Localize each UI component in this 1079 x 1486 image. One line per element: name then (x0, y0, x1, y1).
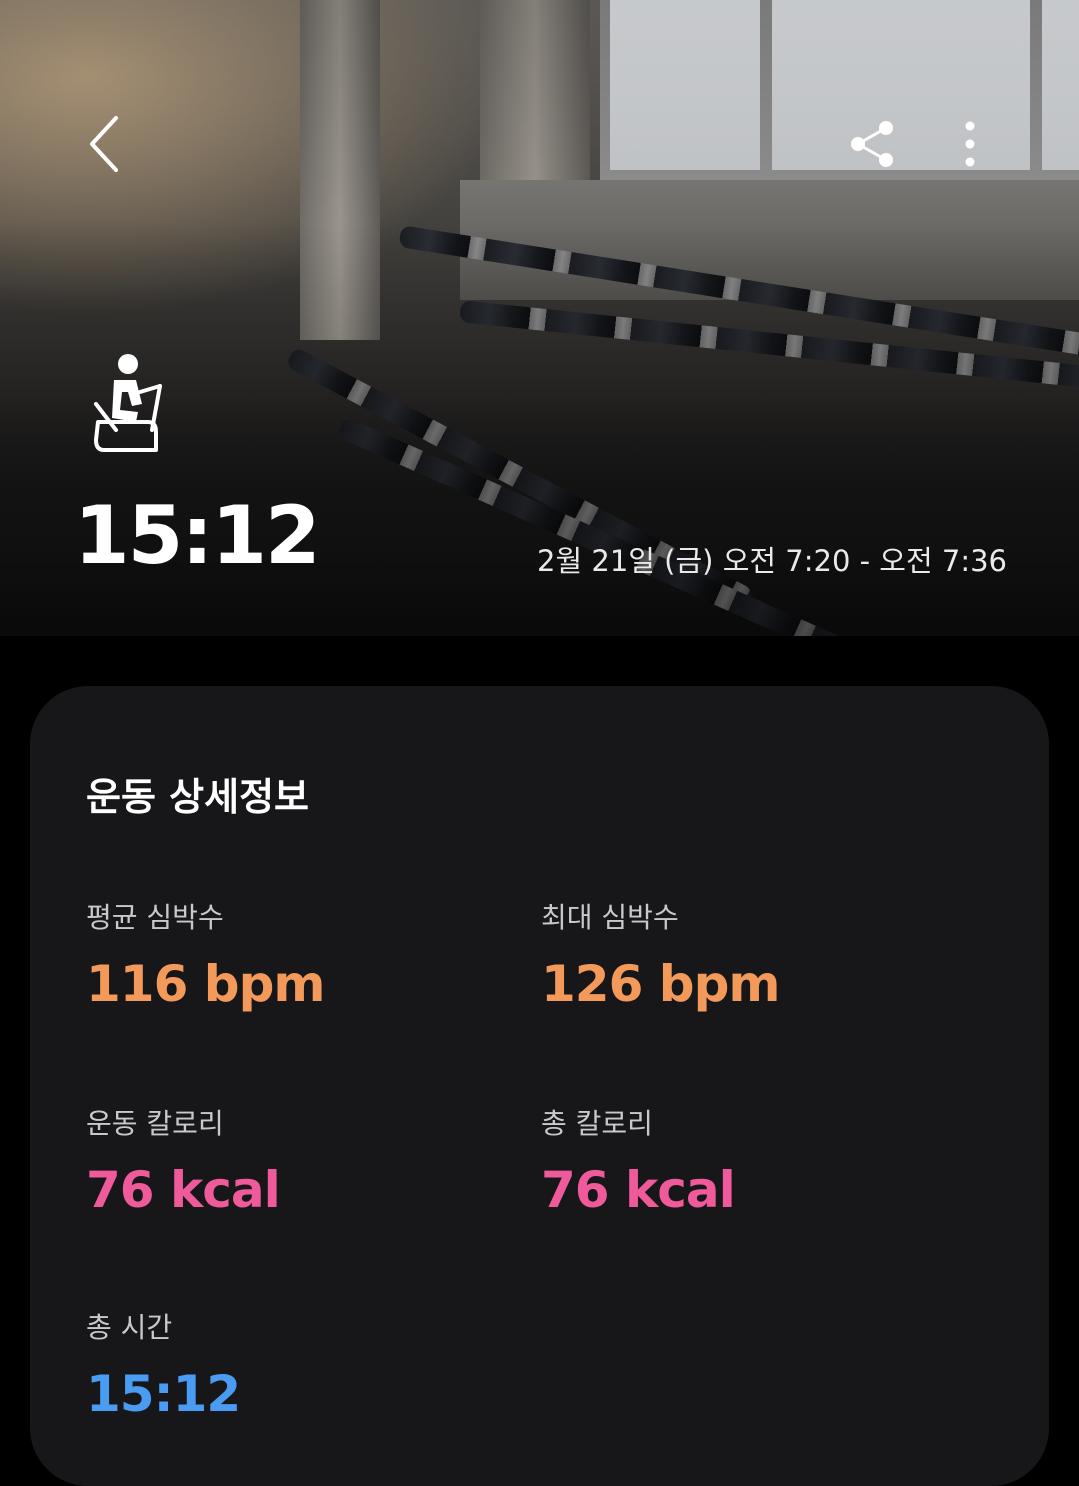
workout-hero-image: 15:12 2월 21일 (금) 오전 7:20 - 오전 7:36 (0, 0, 1079, 636)
workout-duration-large: 15:12 (74, 489, 321, 582)
metric-value: 116 bpm (86, 955, 325, 1013)
workout-time-range: 2월 21일 (금) 오전 7:20 - 오전 7:36 (537, 544, 1007, 578)
metric-label: 최대 심박수 (541, 901, 679, 934)
exercise-bike-icon (94, 354, 162, 452)
metric-value: 126 bpm (541, 955, 780, 1013)
metric-label: 운동 칼로리 (86, 1107, 224, 1140)
metric-value: 15:12 (86, 1365, 241, 1423)
metric-label: 총 칼로리 (541, 1107, 653, 1140)
metric-value: 76 kcal (86, 1161, 281, 1219)
share-icon (851, 121, 893, 167)
exercise-details-title: 운동 상세정보 (86, 775, 309, 819)
metric-total-calories: 총 칼로리 76 kcal (541, 1106, 961, 1220)
metric-label: 총 시간 (86, 1311, 173, 1344)
metric-total-time: 총 시간 15:12 (86, 1310, 506, 1424)
metric-max-heart-rate: 최대 심박수 126 bpm (541, 900, 961, 1014)
exercise-details-card: 운동 상세정보 평균 심박수 116 bpm 최대 심박수 126 bpm 운동… (30, 686, 1049, 1486)
metric-avg-heart-rate: 평균 심박수 116 bpm (86, 900, 506, 1014)
share-button[interactable] (840, 112, 904, 176)
back-button[interactable] (72, 112, 136, 176)
chevron-left-icon (90, 116, 118, 172)
metric-label: 평균 심박수 (86, 901, 224, 934)
more-options-button[interactable] (938, 112, 1002, 176)
metric-value: 76 kcal (541, 1161, 736, 1219)
metric-exercise-calories: 운동 칼로리 76 kcal (86, 1106, 506, 1220)
more-vertical-icon (965, 121, 975, 167)
